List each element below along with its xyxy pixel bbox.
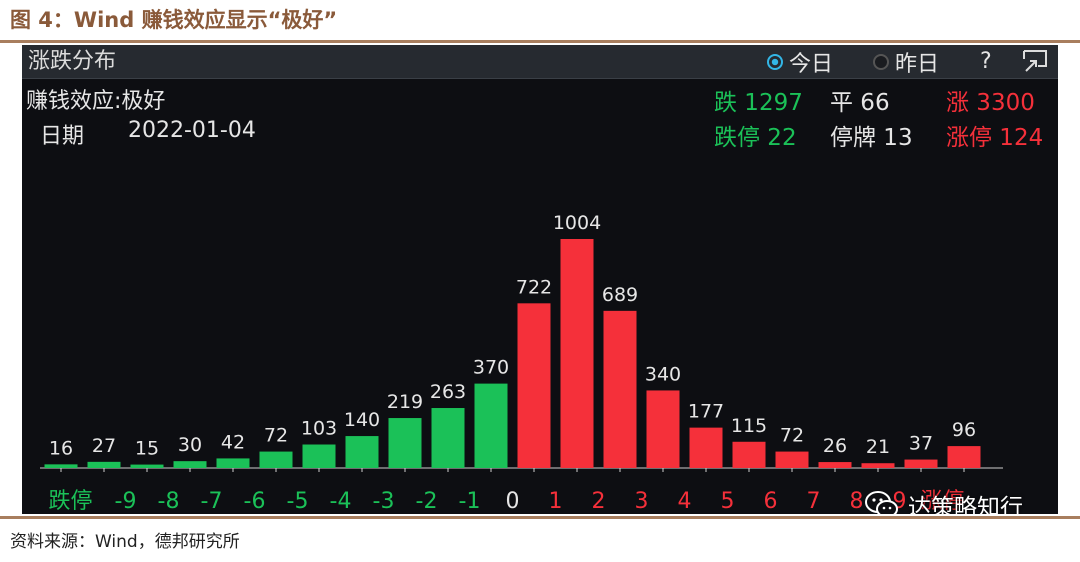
data-label-14: 340 xyxy=(645,363,681,385)
distribution-panel: 涨跌分布 今日 昨日 ? 赚钱效应:极好 日期 2022-01-04 跌 129… xyxy=(22,45,1058,514)
data-label-7: 140 xyxy=(344,409,380,431)
data-label-19: 21 xyxy=(866,436,890,458)
category-label-3: -7 xyxy=(201,489,223,514)
bar-12 xyxy=(560,239,594,468)
bar-3 xyxy=(173,461,207,468)
data-label-21: 96 xyxy=(952,419,976,441)
category-label-6: -4 xyxy=(330,489,352,514)
bar-21 xyxy=(947,446,981,468)
wechat-icon xyxy=(865,491,898,514)
data-label-2: 15 xyxy=(135,438,159,460)
category-label-17: 7 xyxy=(807,489,821,514)
data-label-0: 16 xyxy=(49,437,73,459)
category-label-18: 8 xyxy=(850,489,864,514)
bar-1 xyxy=(87,461,121,468)
watermark-text: 达策略知行 xyxy=(908,495,1023,514)
bar-7 xyxy=(345,436,379,468)
data-label-20: 37 xyxy=(909,433,933,455)
data-label-5: 72 xyxy=(264,425,288,447)
bar-16 xyxy=(732,441,766,468)
data-label-13: 689 xyxy=(602,284,638,306)
bar-5 xyxy=(259,451,293,468)
category-label-1: -9 xyxy=(115,489,137,514)
bar-9 xyxy=(431,408,465,468)
data-label-10: 370 xyxy=(473,357,509,379)
data-label-18: 26 xyxy=(823,435,847,457)
distribution-bar-chart: 16 27 15 30 42 72 103 140219 2633707221004689340… xyxy=(40,212,1003,514)
category-label-12: 2 xyxy=(592,489,606,514)
category-label-4: -6 xyxy=(244,489,266,514)
bar-0 xyxy=(44,464,78,468)
data-label-17: 72 xyxy=(780,425,804,447)
watermark: 达策略知行 xyxy=(864,488,1023,514)
data-label-3: 30 xyxy=(178,434,202,456)
category-label-13: 3 xyxy=(635,489,649,514)
bar-11 xyxy=(517,303,551,468)
bar-19 xyxy=(861,463,895,468)
category-label-15: 5 xyxy=(721,489,735,514)
category-label-5: -5 xyxy=(287,489,309,514)
category-label-7: -3 xyxy=(373,489,395,514)
category-label-2: -8 xyxy=(158,489,180,514)
category-label-8: -2 xyxy=(416,489,438,514)
category-label-14: 4 xyxy=(678,489,692,514)
category-label-11: 1 xyxy=(549,489,563,514)
top-rule xyxy=(0,40,1080,43)
bar-10 xyxy=(474,383,508,468)
bar-17 xyxy=(775,451,809,468)
bar-2 xyxy=(130,464,164,468)
data-label-4: 42 xyxy=(221,431,245,453)
data-label-6: 103 xyxy=(301,418,337,440)
data-label-16: 115 xyxy=(731,415,767,437)
data-label-12: 1004 xyxy=(553,212,601,234)
data-label-9: 263 xyxy=(430,381,466,403)
bar-4 xyxy=(216,458,250,468)
bar-20 xyxy=(904,459,938,468)
bar-14 xyxy=(646,390,680,468)
bar-18 xyxy=(818,462,852,468)
figure-title: 图 4：Wind 赚钱效应显示“极好” xyxy=(10,8,338,32)
category-label-10: 0 xyxy=(506,489,520,514)
category-label-16: 6 xyxy=(764,489,778,514)
bottom-rule xyxy=(0,516,1080,519)
bar-15 xyxy=(689,427,723,468)
category-label-9: -1 xyxy=(459,489,481,514)
data-label-1: 27 xyxy=(92,435,116,457)
bar-8 xyxy=(388,418,422,468)
category-label-0: 跌停 xyxy=(48,489,92,514)
data-label-8: 219 xyxy=(387,391,423,413)
bar-6 xyxy=(302,444,336,468)
source-note: 资料来源：Wind，德邦研究所 xyxy=(10,532,240,552)
data-label-11: 722 xyxy=(516,276,552,298)
data-label-15: 177 xyxy=(688,401,724,423)
bar-13 xyxy=(603,310,637,468)
